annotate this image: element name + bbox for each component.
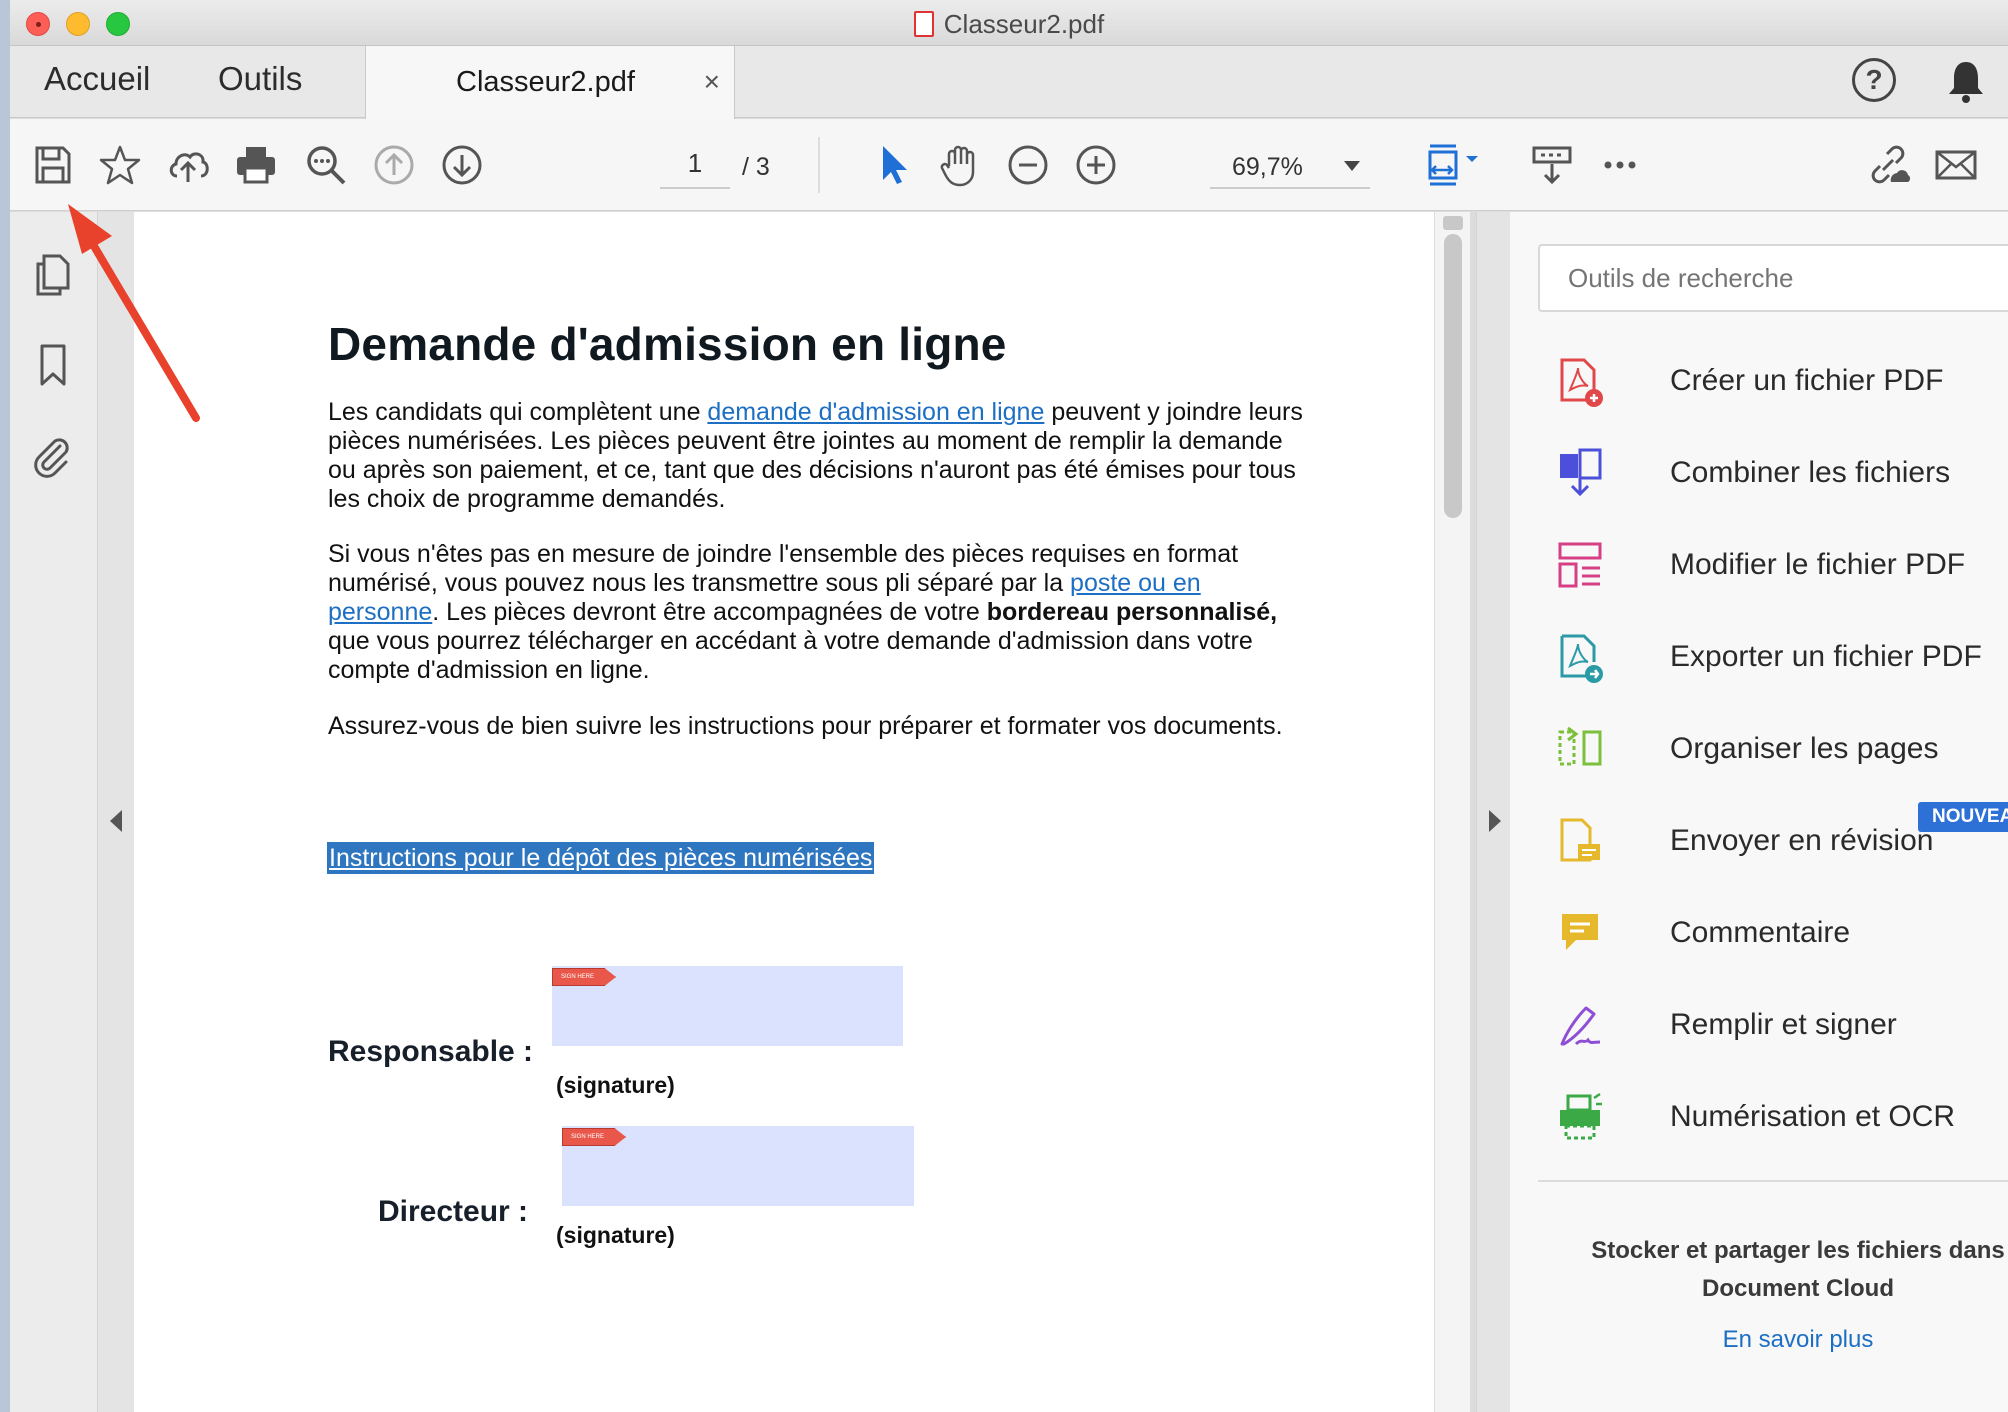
new-badge: NOUVEA xyxy=(1918,802,2008,832)
help-icon[interactable]: ? xyxy=(1852,58,1896,102)
zoom-in-icon[interactable] xyxy=(1070,139,1122,191)
sign-here-tag: SIGN HERE xyxy=(562,1128,626,1146)
search-zoom-icon[interactable] xyxy=(300,139,352,191)
page-up-icon[interactable] xyxy=(368,139,420,191)
organize-pages-icon xyxy=(1558,726,1602,766)
tool-export-pdf[interactable]: Exporter un fichier PDF xyxy=(1556,628,2008,692)
tab-tools[interactable]: Outils xyxy=(218,60,302,98)
pane-divider xyxy=(1538,1180,2008,1182)
tool-label: Exporter un fichier PDF xyxy=(1670,640,1982,673)
document-tab-label: Classeur2.pdf xyxy=(456,66,635,98)
tool-label: Envoyer en révision xyxy=(1670,824,1934,857)
upload-cloud-icon[interactable] xyxy=(162,139,214,191)
scroll-mode-icon[interactable] xyxy=(1526,139,1578,191)
zoom-level-dropdown[interactable]: 69,7% xyxy=(1210,141,1370,189)
left-navigation-rail xyxy=(10,212,98,1412)
window-title-text: Classeur2.pdf xyxy=(943,9,1105,39)
tool-label: Modifier le fichier PDF xyxy=(1670,548,1966,581)
directeur-label: Directeur : xyxy=(378,1195,529,1228)
create-pdf-icon xyxy=(1560,358,1603,407)
online-application-link[interactable]: demande d'admission en ligne xyxy=(707,398,1044,426)
tool-edit-pdf[interactable]: Modifier le fichier PDF xyxy=(1556,536,2008,600)
window-title: Classeur2.pdf xyxy=(10,9,2008,40)
email-icon[interactable] xyxy=(1930,139,1982,191)
sign-here-tag: SIGN HERE xyxy=(552,968,616,986)
zoom-value: 69,7% xyxy=(1232,153,1303,181)
tool-label: Organiser les pages xyxy=(1670,732,1939,765)
tools-pane: Créer un fichier PDF Combiner les fichie… xyxy=(1510,212,2008,1412)
main-toolbar: 1 / 3 69,7% xyxy=(10,119,2008,211)
vertical-scrollbar[interactable] xyxy=(1434,212,1470,1412)
send-review-icon xyxy=(1560,818,1600,862)
paragraph-mail: Si vous n'êtes pas en mesure de joindre … xyxy=(328,540,1308,685)
responsable-label: Responsable : xyxy=(328,1035,534,1068)
tool-label: Commentaire xyxy=(1670,916,1851,949)
share-link-icon[interactable] xyxy=(1862,139,1914,191)
tab-bar: Accueil Outils Classeur2.pdf × ? xyxy=(10,46,2008,119)
export-pdf-icon xyxy=(1560,634,1603,683)
chevron-left-icon xyxy=(110,810,122,832)
print-icon[interactable] xyxy=(230,139,282,191)
toolbar-divider xyxy=(818,137,820,193)
window-titlebar: Classeur2.pdf xyxy=(10,0,2008,46)
star-icon[interactable] xyxy=(94,139,146,191)
fit-page-icon[interactable] xyxy=(1412,139,1492,191)
select-cursor-icon[interactable] xyxy=(866,139,918,191)
paragraph-instructions: Assurez-vous de bien suivre les instruct… xyxy=(328,712,1283,740)
more-options-icon[interactable] xyxy=(1594,139,1646,191)
pdf-page: Demande d'admission en ligne Les candida… xyxy=(134,212,1434,1412)
page-thumbnails-icon[interactable] xyxy=(30,252,76,298)
attachments-paperclip-icon[interactable] xyxy=(30,432,76,478)
tool-label: Remplir et signer xyxy=(1670,1008,1897,1041)
comment-icon xyxy=(1562,914,1598,950)
right-panel-toggle[interactable] xyxy=(1476,212,1510,1412)
scrollbar-thumb[interactable] xyxy=(1444,234,1462,518)
tool-combine-files[interactable]: Combiner les fichiers xyxy=(1556,444,2008,508)
zoom-out-icon[interactable] xyxy=(1002,139,1054,191)
document-title: Demande d'admission en ligne xyxy=(328,318,1007,370)
promo-line-1: Stocker et partager les fichiers dans xyxy=(1591,1237,2005,1264)
combine-files-icon xyxy=(1560,448,1602,497)
tool-label: Numérisation et OCR xyxy=(1670,1100,1956,1133)
search-tools-input[interactable] xyxy=(1538,244,2008,312)
tool-label: Combiner les fichiers xyxy=(1670,456,1951,489)
chevron-down-icon xyxy=(1344,161,1360,171)
signature-caption: (signature) xyxy=(556,1222,675,1248)
tool-label: Créer un fichier PDF xyxy=(1670,364,1944,397)
left-panel-toggle[interactable] xyxy=(98,212,134,1412)
scan-ocr-icon xyxy=(1560,1092,1602,1140)
fill-sign-icon xyxy=(1560,1006,1601,1046)
page-down-icon[interactable] xyxy=(436,139,488,191)
pdf-file-icon xyxy=(913,11,934,37)
tool-fill-sign[interactable]: Remplir et signer xyxy=(1556,996,2008,1060)
tool-comment[interactable]: Commentaire xyxy=(1556,904,2008,968)
learn-more-link[interactable]: En savoir plus xyxy=(1538,1326,2008,1354)
edit-pdf-icon xyxy=(1558,542,1602,588)
tool-scan-ocr[interactable]: Numérisation et OCR xyxy=(1556,1088,2008,1152)
tool-organize-pages[interactable]: Organiser les pages xyxy=(1556,720,2008,784)
document-cloud-promo: Stocker et partager les fichiers dans Do… xyxy=(1538,1232,2008,1308)
bookmarks-icon[interactable] xyxy=(30,342,76,388)
page-number-input[interactable]: 1 xyxy=(660,141,730,189)
paragraph-text: que vous pourrez télécharger en accédant… xyxy=(328,627,1253,684)
scroll-up-arrow[interactable] xyxy=(1443,216,1463,230)
tab-home[interactable]: Accueil xyxy=(44,60,150,98)
notifications-bell-icon[interactable] xyxy=(1946,58,1986,104)
paragraph-bold-text: bordereau personnalisé, xyxy=(986,598,1278,626)
chevron-right-icon xyxy=(1489,810,1501,832)
paragraph-intro: Les candidats qui complètent une demande… xyxy=(328,398,1308,514)
background-window-edge xyxy=(0,0,10,1412)
save-icon[interactable] xyxy=(26,139,78,191)
document-viewport: Demande d'admission en ligne Les candida… xyxy=(134,212,1470,1412)
promo-line-2: Document Cloud xyxy=(1702,1275,1894,1302)
hand-tool-icon[interactable] xyxy=(934,139,986,191)
paragraph-text: . Les pièces devront être accompagnées d… xyxy=(432,598,987,626)
tab-document[interactable]: Classeur2.pdf × xyxy=(365,46,735,119)
instructions-link[interactable]: Instructions pour le dépôt des pièces nu… xyxy=(327,842,875,874)
tool-create-pdf[interactable]: Créer un fichier PDF xyxy=(1556,352,2008,416)
close-tab-icon[interactable]: × xyxy=(704,66,720,98)
signature-caption: (signature) xyxy=(556,1072,675,1098)
paragraph-text: Les candidats qui complètent une xyxy=(328,398,708,426)
page-total: / 3 xyxy=(742,153,770,181)
